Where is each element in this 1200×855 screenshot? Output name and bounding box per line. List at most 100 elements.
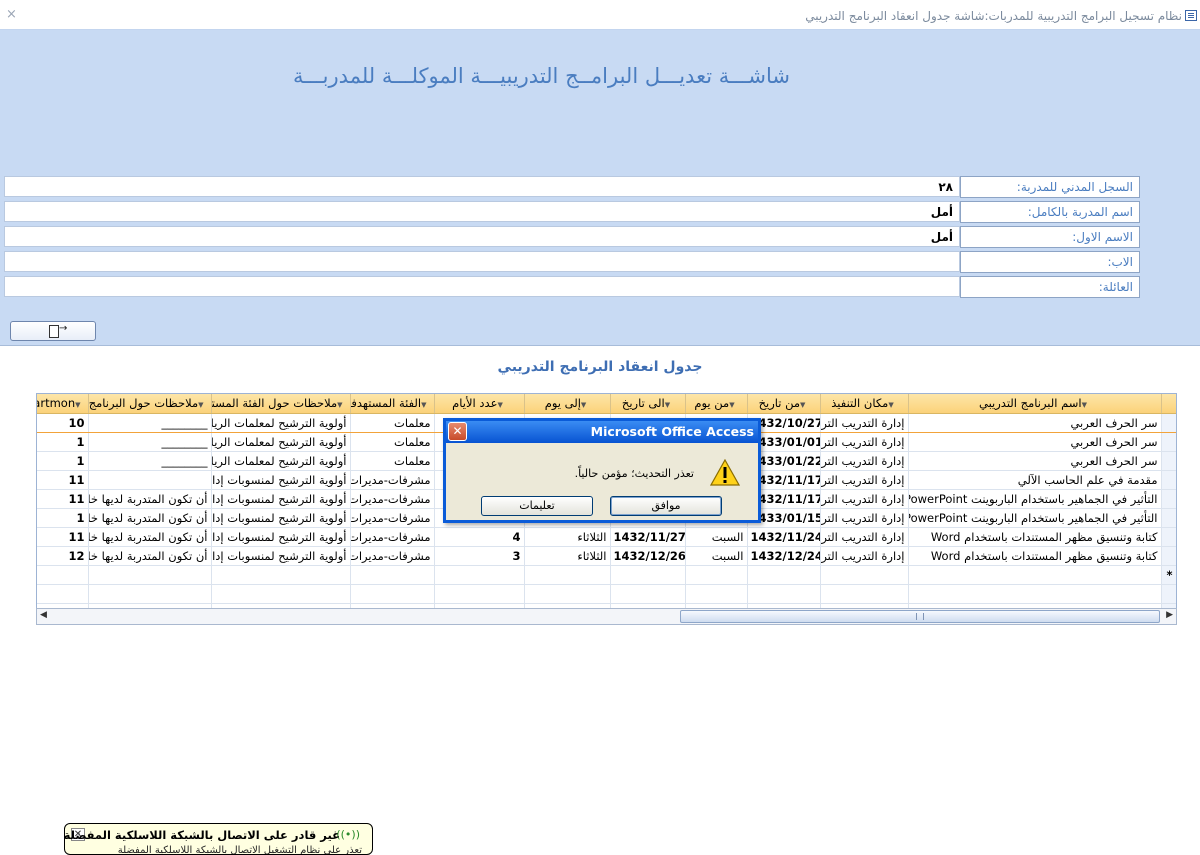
cell-place[interactable]: إدارة التدريب التربو bbox=[820, 546, 909, 566]
cell-program[interactable]: التأثير في الجماهير باستخدام الباربوينت … bbox=[908, 508, 1162, 528]
cell-program-notes[interactable]: ________ bbox=[88, 451, 212, 471]
cell-empty[interactable] bbox=[685, 565, 748, 585]
column-header-from-date[interactable]: ▼من تاريخ bbox=[747, 394, 821, 414]
cell-to-day[interactable]: الثلاثاء bbox=[524, 527, 611, 547]
cell-program[interactable]: سر الحرف العربي bbox=[908, 413, 1162, 433]
cell-program-notes[interactable]: أن تكون المتدربة لديها خلفية bbox=[88, 489, 212, 509]
cell-startmon[interactable]: 1 bbox=[37, 432, 89, 452]
column-header-audience[interactable]: ▼الفئة المستهدفه bbox=[350, 394, 435, 414]
cell-program[interactable]: كتابة وتنسيق مظهر المستندات باستخدام Wor… bbox=[908, 546, 1162, 566]
cell-program-notes[interactable]: أن تكون المتدربة لديها خلفية bbox=[88, 527, 212, 547]
cell-empty[interactable] bbox=[434, 565, 525, 585]
horizontal-scrollbar[interactable]: ◀ ▶ bbox=[36, 608, 1177, 625]
cell-place[interactable]: إدارة التدريب التربو bbox=[820, 489, 909, 509]
cell-empty[interactable] bbox=[88, 565, 212, 585]
cell-empty[interactable] bbox=[908, 565, 1162, 585]
cell-program-notes[interactable]: ________ bbox=[88, 432, 212, 452]
cell-startmon[interactable]: 11 bbox=[37, 470, 89, 490]
cell-days[interactable]: 3 bbox=[434, 546, 525, 566]
cell-program-notes[interactable]: ________ bbox=[88, 413, 212, 433]
cell-program[interactable]: مقدمة في علم الحاسب الآلي bbox=[908, 470, 1162, 490]
cell-to-day[interactable]: الثلاثاء bbox=[524, 546, 611, 566]
cell-empty[interactable] bbox=[37, 565, 89, 585]
cell-audience-notes[interactable]: أولوية الترشيح لمعلمات الرياض bbox=[211, 451, 351, 471]
cell-audience-notes[interactable]: أولوية الترشيح لمنسوبات إدارة bbox=[211, 470, 351, 490]
table-row[interactable]: 11أن تكون المتدربة لديها خلفيةأولوية الت… bbox=[37, 527, 1176, 547]
cell-program[interactable]: سر الحرف العربي bbox=[908, 432, 1162, 452]
cell-startmon[interactable]: 11 bbox=[37, 489, 89, 509]
help-button[interactable]: تعليمات bbox=[481, 496, 593, 516]
cell-place[interactable]: إدارة التدريب التربو bbox=[820, 451, 909, 471]
cell-place[interactable]: إدارة التدريب التربو bbox=[820, 527, 909, 547]
cell-empty[interactable] bbox=[350, 565, 435, 585]
row-selector[interactable] bbox=[1160, 508, 1176, 528]
row-selector[interactable] bbox=[1160, 470, 1176, 490]
cell-to-date[interactable]: 1432/12/26 bbox=[610, 546, 686, 566]
cell-startmon[interactable]: 1 bbox=[37, 451, 89, 471]
cell-audience-notes[interactable]: أولوية الترشيح لمنسوبات إدارة bbox=[211, 546, 351, 566]
row-selector[interactable] bbox=[1160, 413, 1176, 433]
cell-program[interactable]: كتابة وتنسيق مظهر المستندات باستخدام Wor… bbox=[908, 527, 1162, 547]
father-name-field[interactable] bbox=[4, 251, 960, 272]
select-all-corner[interactable] bbox=[1160, 394, 1176, 414]
cell-empty[interactable] bbox=[820, 565, 909, 585]
cell-program-notes[interactable]: أن تكون المتدربة لديها خلفية bbox=[88, 508, 212, 528]
column-header-to-day[interactable]: ▼إلى يوم bbox=[524, 394, 611, 414]
cell-empty[interactable] bbox=[524, 565, 611, 585]
cell-days[interactable]: 4 bbox=[434, 527, 525, 547]
row-selector[interactable] bbox=[1160, 451, 1176, 471]
cell-audience-notes[interactable]: أولوية الترشيح لمعلمات الرياض bbox=[211, 413, 351, 433]
cell-startmon[interactable]: 1 bbox=[37, 508, 89, 528]
cell-program[interactable]: التأثير في الجماهير باستخدام الباربوينت … bbox=[908, 489, 1162, 509]
row-selector[interactable] bbox=[1160, 546, 1176, 566]
full-name-field[interactable]: أمل bbox=[4, 201, 960, 222]
column-header-from-day[interactable]: ▼من يوم bbox=[685, 394, 748, 414]
scroll-right-icon[interactable]: ▶ bbox=[1166, 610, 1173, 620]
cell-audience[interactable]: مشرفات-مديرات- bbox=[350, 546, 435, 566]
civil-id-field[interactable]: ٢٨ bbox=[4, 176, 960, 197]
column-header-startmon[interactable]: ▼tartmon bbox=[37, 394, 89, 414]
table-row[interactable]: 12أن تكون المتدربة لديها خلفيةأولوية الت… bbox=[37, 546, 1176, 566]
cell-program-notes[interactable] bbox=[88, 470, 212, 490]
cell-audience[interactable]: معلمات bbox=[350, 413, 435, 433]
cell-empty[interactable] bbox=[610, 565, 686, 585]
family-name-field[interactable] bbox=[4, 276, 960, 297]
exit-button[interactable] bbox=[10, 321, 96, 341]
cell-audience[interactable]: معلمات bbox=[350, 432, 435, 452]
column-header-place[interactable]: ▼مكان التنفيذ bbox=[820, 394, 909, 414]
cell-startmon[interactable]: 12 bbox=[37, 546, 89, 566]
cell-place[interactable]: إدارة التدريب التربو bbox=[820, 470, 909, 490]
cell-place[interactable]: إدارة التدريب التربو bbox=[820, 413, 909, 433]
column-header-audience-notes[interactable]: ▼ملاحظات حول الفئة المستر bbox=[211, 394, 351, 414]
cell-audience[interactable]: مشرفات-مديرات- bbox=[350, 489, 435, 509]
cell-audience[interactable]: مشرفات-مديرات- bbox=[350, 527, 435, 547]
cell-empty[interactable] bbox=[747, 565, 821, 585]
column-header-program[interactable]: ▼اسم البرنامج التدريبي bbox=[908, 394, 1162, 414]
column-header-program-notes[interactable]: ▼ملاحظات حول البرنامج bbox=[88, 394, 212, 414]
cell-audience-notes[interactable]: أولوية الترشيح لمنسوبات إدارة bbox=[211, 527, 351, 547]
scroll-left-icon[interactable]: ◀ bbox=[40, 610, 47, 620]
cell-audience[interactable]: مشرفات-مديرات- bbox=[350, 470, 435, 490]
cell-to-date[interactable]: 1432/11/27 bbox=[610, 527, 686, 547]
row-selector[interactable] bbox=[1160, 489, 1176, 509]
cell-from-date[interactable]: 1432/12/24 bbox=[747, 546, 821, 566]
cell-audience-notes[interactable]: أولوية الترشيح لمنسوبات إدارة bbox=[211, 508, 351, 528]
cell-from-date[interactable]: 1432/11/24 bbox=[747, 527, 821, 547]
close-icon[interactable]: × bbox=[6, 7, 17, 22]
cell-audience[interactable]: مشرفات-مديرات- bbox=[350, 508, 435, 528]
cell-empty[interactable] bbox=[211, 565, 351, 585]
cell-program[interactable]: سر الحرف العربي bbox=[908, 451, 1162, 471]
new-record-row[interactable]: * bbox=[37, 565, 1176, 585]
dialog-close-icon[interactable]: ✕ bbox=[448, 422, 467, 441]
first-name-field[interactable]: أمل bbox=[4, 226, 960, 247]
row-selector[interactable] bbox=[1160, 432, 1176, 452]
cell-audience[interactable]: معلمات bbox=[350, 451, 435, 471]
cell-place[interactable]: إدارة التدريب التربو bbox=[820, 432, 909, 452]
cell-audience-notes[interactable]: أولوية الترشيح لمنسوبات إدارة bbox=[211, 489, 351, 509]
column-header-to-date[interactable]: ▼الى تاريخ bbox=[610, 394, 686, 414]
cell-from-day[interactable]: السبت bbox=[685, 527, 748, 547]
cell-from-day[interactable]: السبت bbox=[685, 546, 748, 566]
row-selector[interactable] bbox=[1160, 527, 1176, 547]
cell-startmon[interactable]: 11 bbox=[37, 527, 89, 547]
cell-audience-notes[interactable]: أولوية الترشيح لمعلمات الرياض bbox=[211, 432, 351, 452]
